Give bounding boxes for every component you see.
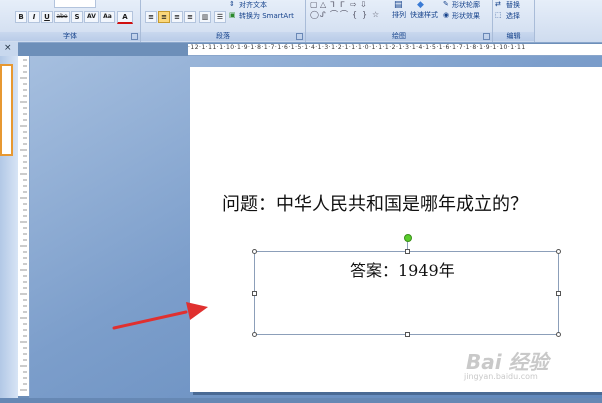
paragraph-dialog-launcher-icon[interactable]: .: [296, 33, 303, 40]
horizontal-ruler[interactable]: ·12·1·11·1·10·1·9·1·8·1·7·1·6·1·5·1·4·1·…: [188, 44, 602, 56]
resize-handle-bottom-right[interactable]: [556, 332, 561, 337]
bold-button[interactable]: B: [15, 11, 27, 23]
watermark: Bai 经验 jingyan.baidu.com: [462, 340, 602, 390]
quick-styles-button[interactable]: 快速样式: [410, 10, 438, 20]
char-spacing-button[interactable]: AV: [84, 11, 99, 23]
callout-shape-icon[interactable]: ◯: [310, 11, 319, 19]
star-shape-icon[interactable]: ☆: [372, 11, 379, 19]
justify-button[interactable]: ≡: [184, 11, 196, 23]
char-spacing-label: AV: [87, 13, 96, 20]
shape-effects-icon: ◉: [443, 11, 450, 19]
answer-text[interactable]: 答案：1949年: [350, 257, 455, 281]
resize-handle-bottom-left[interactable]: [252, 332, 257, 337]
strikethrough-label: abe: [56, 13, 68, 20]
underline-label: U: [44, 13, 50, 21]
question-text[interactable]: 问题：中华人民共和国是哪年成立的？: [222, 190, 528, 216]
align-text-button[interactable]: 对齐文本: [239, 0, 267, 10]
drawing-dialog-launcher-icon[interactable]: .: [483, 33, 490, 40]
zigzag-shape-icon[interactable]: ⌒: [330, 11, 338, 19]
font-group: B I U abe S AV Aa A 字体 .: [0, 0, 141, 42]
columns-button[interactable]: ▥: [199, 11, 211, 23]
triangle-shape-icon[interactable]: △: [320, 1, 326, 9]
align-text-icon: ⇕: [229, 0, 235, 8]
slide-thumbnail[interactable]: [0, 64, 13, 156]
font-size-box[interactable]: [54, 0, 96, 8]
watermark-url: jingyan.baidu.com: [464, 372, 538, 381]
down-arrow-shape-icon[interactable]: ⇩: [360, 1, 367, 9]
replace-button[interactable]: 替换: [506, 0, 520, 10]
font-color-label: A: [122, 13, 128, 21]
horizontal-ruler-scale: ·12·1·11·1·10·1·9·1·8·1·7·1·6·1·5·1·4·1·…: [188, 44, 526, 51]
shape-effects-button[interactable]: 形状效果: [452, 11, 480, 21]
align-right-button[interactable]: ≡: [171, 11, 183, 23]
shape-outline-button[interactable]: 形状轮廓: [452, 0, 480, 10]
vertical-ruler-ticks: [20, 59, 27, 391]
select-button[interactable]: 选择: [506, 11, 520, 21]
strikethrough-button[interactable]: abe: [54, 11, 70, 23]
italic-label: I: [32, 13, 36, 21]
smartart-icon: ▣: [229, 11, 236, 19]
shape-outline-icon: ✎: [443, 0, 449, 8]
rotation-handle[interactable]: [404, 234, 412, 242]
shapes-gallery[interactable]: ▢ △ ᒣ ᒥ ⇨ ⇩ ◯ ᔑ ⌒ ⌒ { } ☆: [308, 0, 382, 22]
curve-shape-icon[interactable]: ᔑ: [320, 11, 326, 19]
connector-shape-icon[interactable]: ᒣ: [330, 1, 335, 9]
underline-button[interactable]: U: [41, 11, 53, 23]
paragraph-group: ≡ ≡ ≡ ≡ ▥ ☰ ⇕ 对齐文本 ▣ 转换为 SmartArt 段落 .: [141, 0, 306, 42]
arrange-icon: ▤: [394, 0, 403, 10]
wave-shape-icon[interactable]: ⌒: [340, 11, 348, 19]
font-group-label: 字体: [0, 32, 140, 41]
shadow-label: S: [74, 13, 80, 21]
resize-handle-right[interactable]: [556, 291, 561, 296]
convert-smartart-button[interactable]: 转换为 SmartArt: [239, 11, 294, 21]
resize-handle-bottom[interactable]: [405, 332, 410, 337]
font-dialog-launcher-icon[interactable]: .: [131, 33, 138, 40]
arrange-button[interactable]: 排列: [392, 10, 406, 20]
replace-icon: ⇄: [495, 0, 501, 8]
ribbon: B I U abe S AV Aa A 字体 . ≡ ≡ ≡ ≡ ▥ ☰ ⇕ 对…: [0, 0, 602, 43]
resize-handle-left[interactable]: [252, 291, 257, 296]
editing-group-label: 编辑: [493, 32, 534, 41]
font-color-button[interactable]: A: [117, 11, 133, 24]
resize-handle-top[interactable]: [405, 249, 410, 254]
align-center-button[interactable]: ≡: [158, 11, 170, 23]
bold-label: B: [18, 13, 24, 21]
quick-styles-icon: ◆: [417, 0, 424, 10]
align-left-button[interactable]: ≡: [145, 11, 157, 23]
brace-close-shape-icon[interactable]: }: [362, 11, 367, 19]
change-case-button[interactable]: Aa: [100, 11, 115, 23]
rectangle-shape-icon[interactable]: ▢: [310, 1, 318, 9]
resize-handle-top-left[interactable]: [252, 249, 257, 254]
italic-button[interactable]: I: [28, 11, 40, 23]
editing-group: ⇄ 替换 ⬚ 选择 编辑: [493, 0, 535, 42]
brace-shape-icon[interactable]: {: [352, 11, 357, 19]
change-case-label: Aa: [103, 13, 112, 20]
watermark-logo: Bai 经验: [466, 350, 549, 374]
right-arrow-shape-icon[interactable]: ⇨: [350, 1, 357, 9]
line-spacing-button[interactable]: ☰: [214, 11, 226, 23]
elbow-shape-icon[interactable]: ᒥ: [340, 1, 344, 9]
drawing-group-label: 绘图: [306, 32, 492, 41]
resize-handle-top-right[interactable]: [556, 249, 561, 254]
shadow-button[interactable]: S: [71, 11, 83, 23]
drawing-group: ▢ △ ᒣ ᒥ ⇨ ⇩ ◯ ᔑ ⌒ ⌒ { } ☆ ▤ 排列 ◆ 快速样式 ✎ …: [306, 0, 493, 42]
select-icon: ⬚: [495, 11, 502, 19]
close-pane-icon[interactable]: ×: [4, 43, 12, 53]
paragraph-group-label: 段落: [141, 32, 305, 41]
vertical-ruler[interactable]: [18, 56, 30, 396]
bottom-edge: [0, 398, 602, 403]
